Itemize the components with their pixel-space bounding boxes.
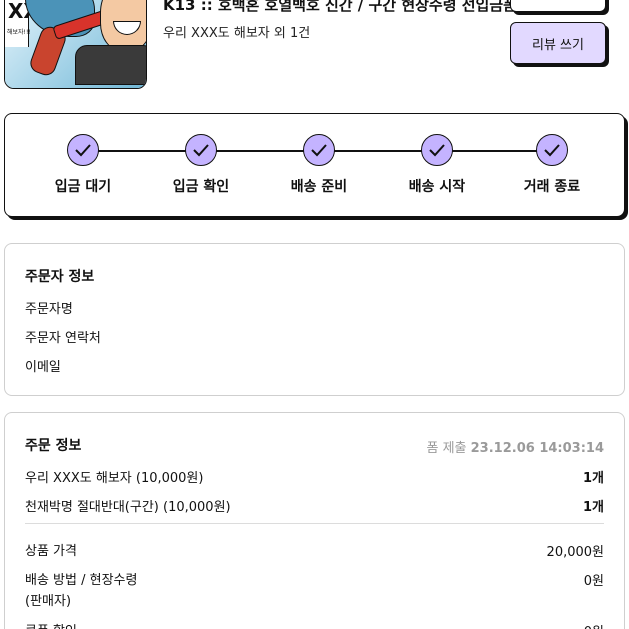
product-summary: XX 해보자!!! K13 :: 호백혼 호열백호 신간 / 구간 현장수령 선… [0, 0, 629, 100]
step-payment-waiting: 입금 대기 [28, 134, 138, 196]
summary-value: 20,000원 [546, 545, 604, 560]
order-info-title: 주문 정보 [25, 438, 82, 454]
top-action-button[interactable] [510, 0, 606, 12]
check-icon [67, 134, 99, 166]
check-icon [185, 134, 217, 166]
summary-value: 0원 [584, 621, 604, 629]
product-title[interactable]: K13 :: 호백혼 호열백호 신간 / 구간 현장수령 선입금폼 [163, 0, 517, 15]
section-divider [25, 523, 604, 524]
check-icon [303, 134, 335, 166]
orderer-contact-label: 주문자 연락처 [25, 331, 101, 346]
orderer-name-label: 주문자명 [25, 302, 73, 317]
step-label: 입금 확인 [172, 179, 230, 195]
order-item-quantity: 1개 [582, 471, 604, 486]
step-shipping-ready: 배송 준비 [264, 134, 374, 196]
step-payment-confirmed: 입금 확인 [146, 134, 256, 196]
order-item-name: 천재박명 절대반대(구간) (10,000원) [25, 500, 231, 515]
step-label: 배송 시작 [408, 179, 466, 195]
step-transaction-complete: 거래 종료 [497, 134, 607, 196]
check-icon [421, 134, 453, 166]
submitted-datetime: 23.12.06 14:03:14 [470, 441, 604, 456]
product-subtitle: 우리 XXX도 해보자 외 1건 [163, 26, 311, 41]
thumbnail-character-body [75, 45, 146, 85]
check-icon [536, 134, 568, 166]
thumbnail-small-text: 해보자!!! [7, 29, 31, 36]
submitted-label: 폼 제출 [426, 441, 467, 456]
summary-label: 배송 방법 / 현장수령 (판매자) [25, 573, 138, 609]
order-item-quantity: 1개 [582, 500, 604, 515]
step-label: 거래 종료 [523, 179, 581, 195]
summary-label: 쿠폰 할인 [25, 621, 77, 629]
order-item-name: 우리 XXX도 해보자 (10,000원) [25, 471, 204, 486]
step-shipping-started: 배송 시작 [382, 134, 492, 196]
orderer-email-label: 이메일 [25, 360, 61, 375]
order-info-card: 주문 정보 폼 제출 23.12.06 14:03:14 우리 XXX도 해보자… [4, 412, 625, 629]
product-thumbnail[interactable]: XX 해보자!!! [4, 0, 147, 89]
order-progress-tracker: 입금 대기 입금 확인 배송 준비 배송 시작 거래 종료 [4, 113, 625, 217]
orderer-info-card: 주문자 정보 주문자명 주문자 연락처 이메일 [4, 243, 625, 396]
step-label: 배송 준비 [290, 179, 348, 195]
summary-value: 0원 [583, 574, 604, 589]
step-label: 입금 대기 [54, 179, 112, 195]
write-review-button[interactable]: 리뷰 쓰기 [510, 22, 606, 64]
orderer-info-title: 주문자 정보 [25, 269, 95, 285]
form-submitted-timestamp: 폼 제출 23.12.06 14:03:14 [426, 437, 604, 456]
summary-label: 상품 가격 [25, 544, 77, 559]
